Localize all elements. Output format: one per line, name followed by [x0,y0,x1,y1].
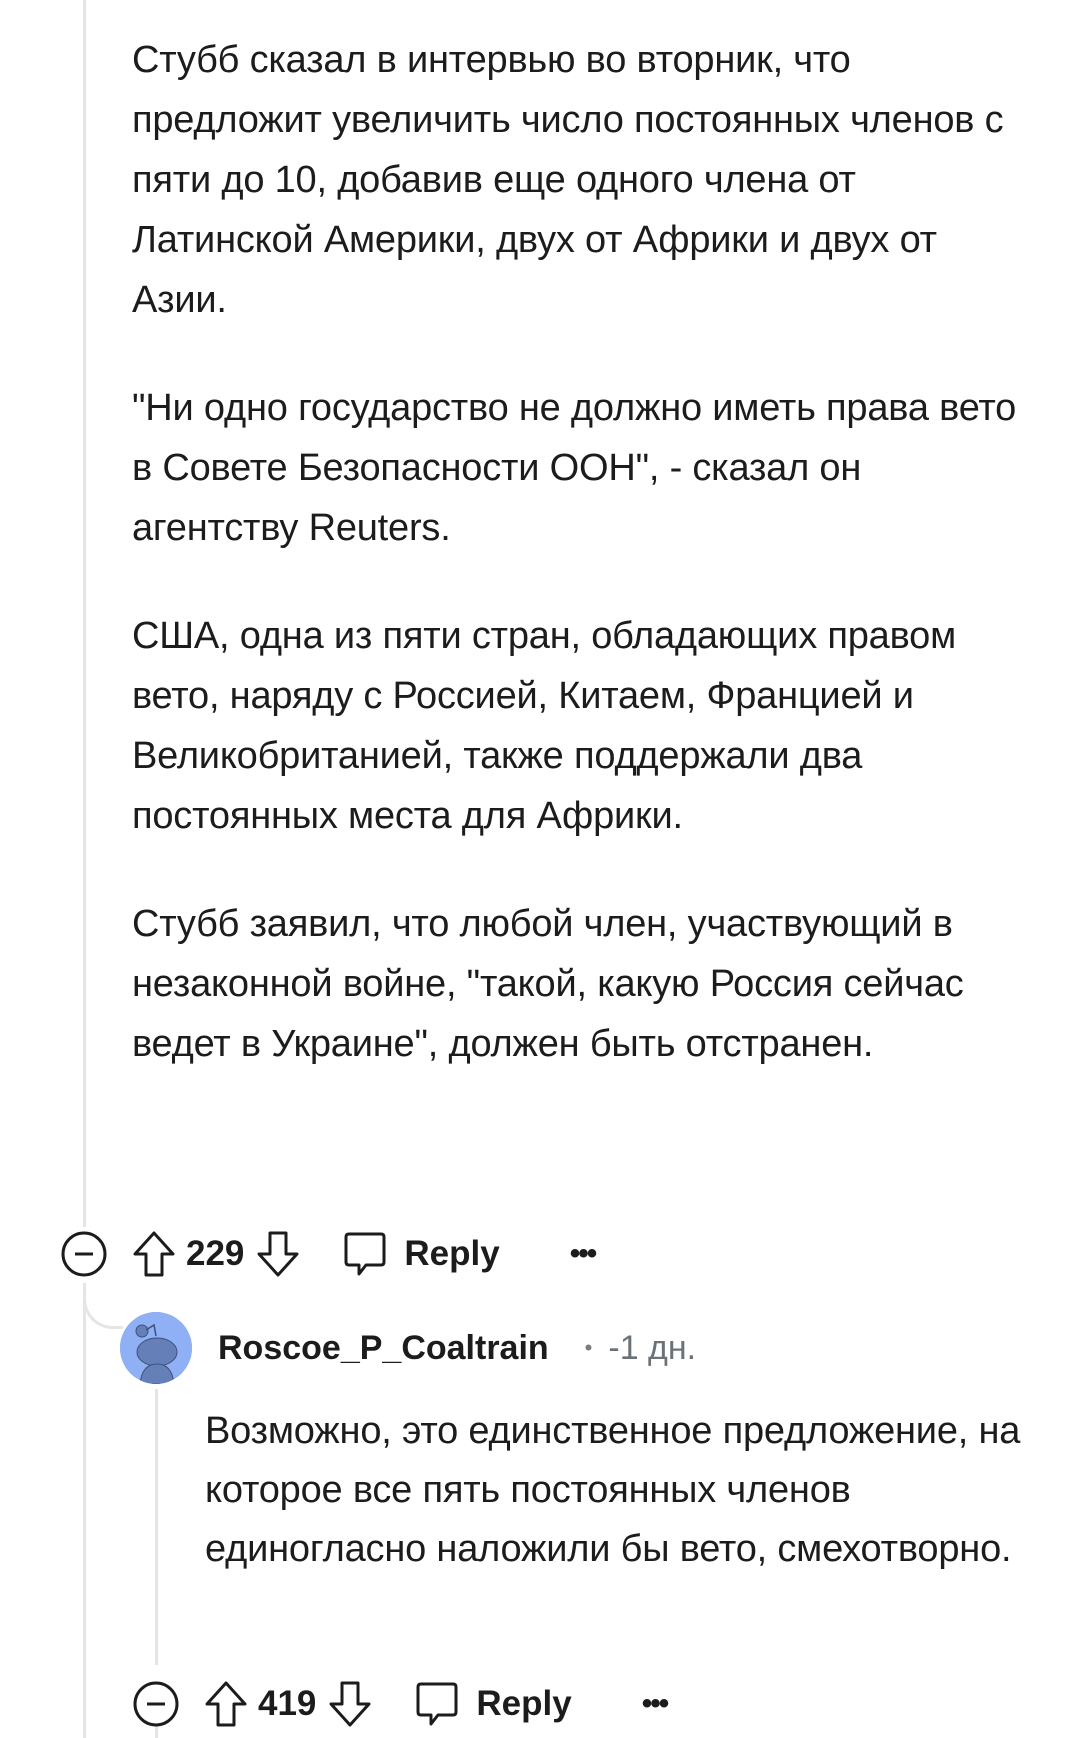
speech-bubble-icon [416,1682,458,1726]
more-options-button[interactable]: ••• [642,1687,669,1721]
reply-body: Возможно, это единственное предложение, … [205,1402,1045,1579]
more-options-button[interactable]: ••• [570,1237,597,1271]
arrow-down-icon [257,1231,299,1277]
comment-paragraph: Стубб заявил, что любой член, участвующи… [132,903,964,1065]
avatar[interactable] [120,1312,192,1384]
arrow-down-icon [329,1681,371,1727]
minus-circle-icon [61,1231,107,1277]
thread-line[interactable] [83,1283,86,1738]
comment-action-bar: 229 Reply ••• [58,1224,597,1284]
upvote-button[interactable] [132,1230,176,1278]
upvote-button[interactable] [204,1680,248,1728]
timestamp: -1 дн. [608,1328,697,1367]
speech-bubble-icon [344,1232,386,1276]
reply-button[interactable]: Reply [414,1680,572,1728]
reply-action-bar: 419 Reply ••• [130,1674,669,1734]
username-link[interactable]: Roscoe_P_Coaltrain [218,1329,549,1368]
arrow-up-icon [133,1231,175,1277]
reply-label: Reply [476,1684,572,1723]
thread-line[interactable] [83,0,86,1227]
reply-header: Roscoe_P_Coaltrain • -1 дн. [120,1310,696,1386]
collapse-button[interactable] [130,1678,182,1730]
reply-label: Reply [404,1234,500,1273]
comment-body: Стубб сказал в интервью во вторник, что … [132,30,1032,1122]
comment-paragraph: Стубб сказал в интервью во вторник, что … [132,39,1004,321]
comment-paragraph: США, одна из пяти стран, обладающих прав… [132,615,957,837]
vote-score: 419 [258,1684,317,1723]
vote-score: 229 [186,1234,245,1273]
separator-dot: • [584,1335,593,1360]
reply-thread-line[interactable] [155,1389,158,1665]
reply-button[interactable]: Reply [342,1230,500,1278]
minus-circle-icon [133,1681,179,1727]
comment-paragraph: "Ни одно государство не должно иметь пра… [132,387,1017,549]
reply-paragraph: Возможно, это единственное предложение, … [205,1410,1021,1570]
downvote-button[interactable] [328,1680,372,1728]
downvote-button[interactable] [256,1230,300,1278]
snoo-avatar-icon [120,1312,192,1384]
arrow-up-icon [205,1681,247,1727]
collapse-button[interactable] [58,1228,110,1280]
thread-connector [83,1283,123,1329]
